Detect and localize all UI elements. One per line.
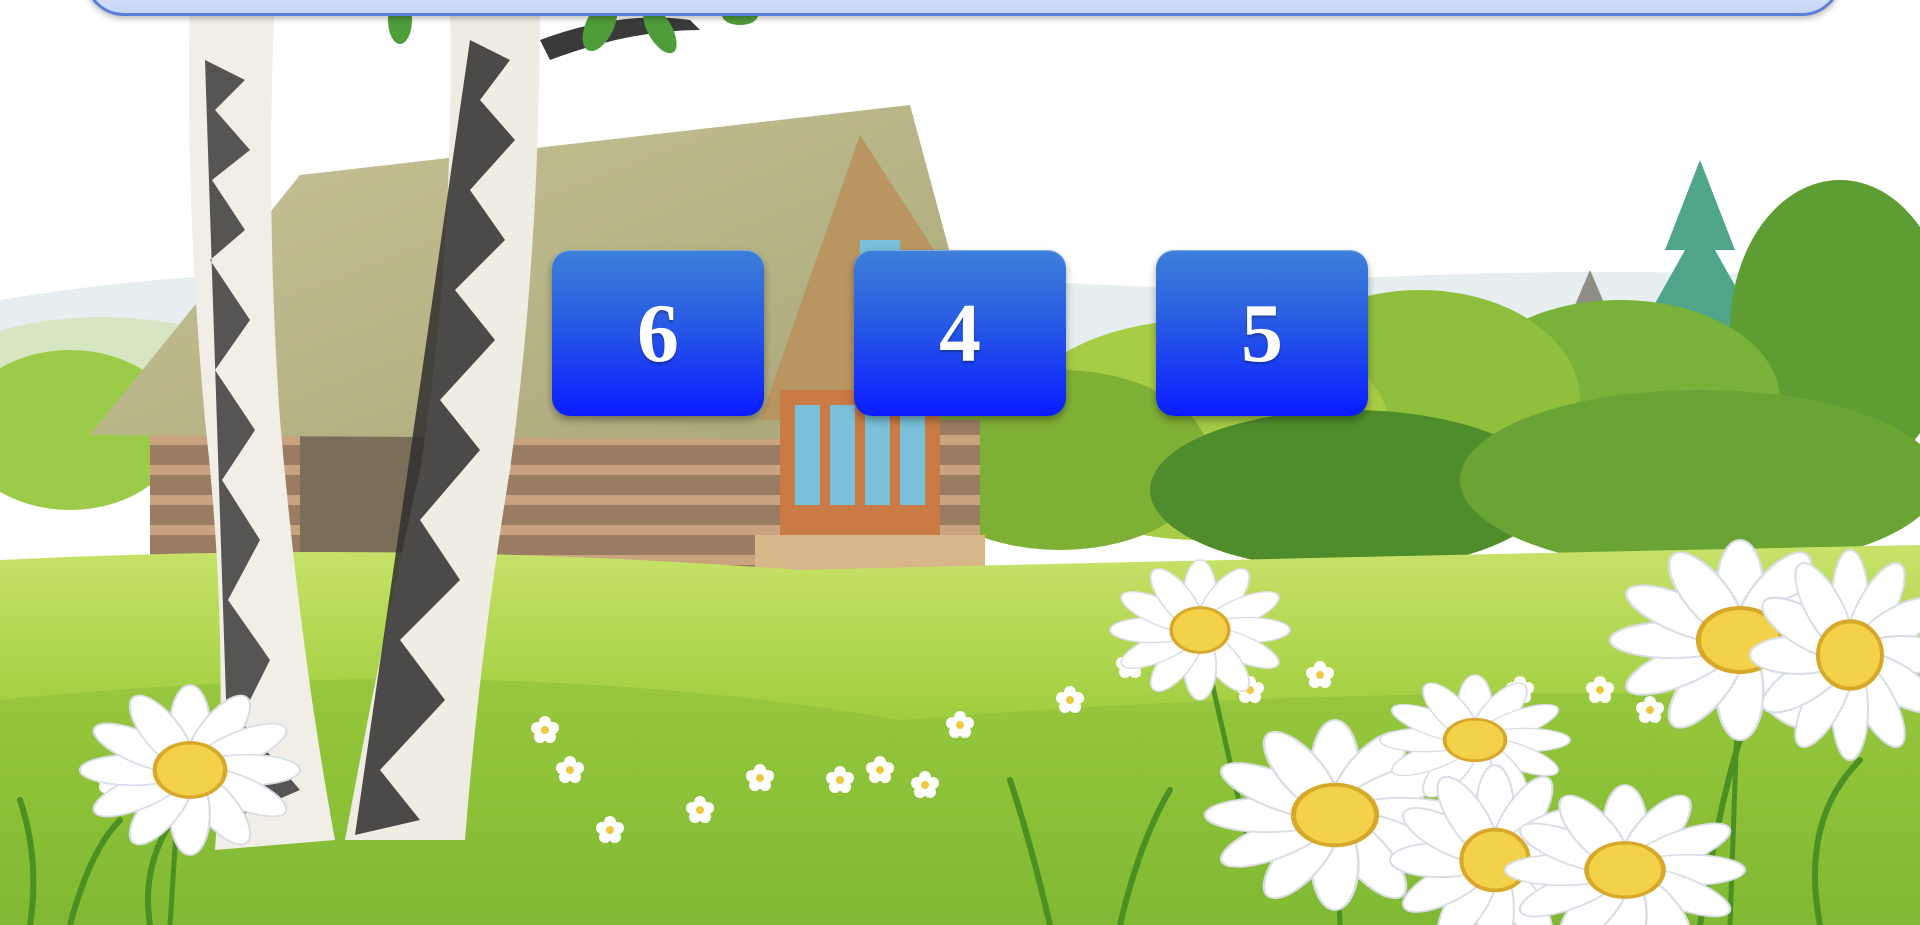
number-tile-3-label: 5 — [1241, 286, 1283, 380]
number-tile-3[interactable]: 5 — [1156, 250, 1368, 416]
meadow-background — [0, 0, 1920, 925]
number-tile-2[interactable]: 4 — [854, 250, 1066, 416]
top-banner-panel — [84, 0, 1842, 16]
number-tile-1[interactable]: 6 — [552, 250, 764, 416]
number-tile-1-label: 6 — [637, 286, 679, 380]
number-tile-2-label: 4 — [939, 286, 981, 380]
